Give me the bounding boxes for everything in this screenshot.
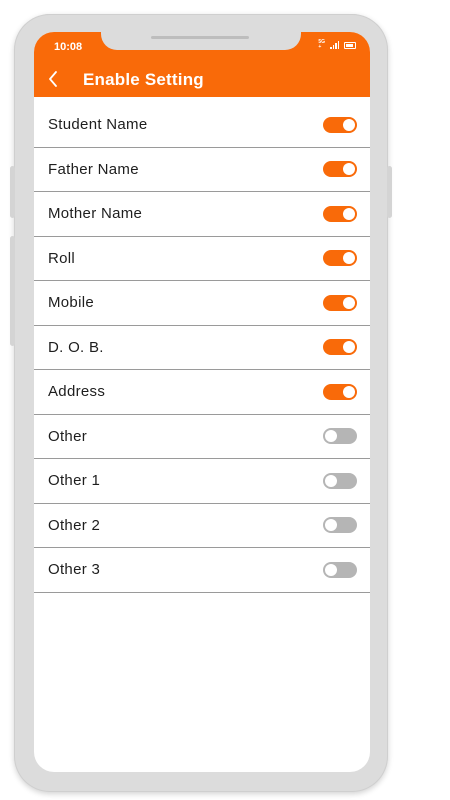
setting-row: D. O. B. <box>34 326 370 370</box>
page-title: Enable Setting <box>83 70 204 89</box>
toggle-knob <box>325 430 337 443</box>
setting-row: Other <box>34 415 370 459</box>
setting-toggle[interactable] <box>323 116 357 133</box>
setting-row: Father Name <box>34 148 370 192</box>
power-button <box>387 166 392 218</box>
volume-down-button <box>10 236 15 346</box>
setting-toggle[interactable] <box>323 205 357 222</box>
toggle-knob <box>343 296 355 309</box>
status-time: 10:08 <box>54 41 83 53</box>
notch <box>101 32 301 50</box>
setting-label: Other 1 <box>48 472 101 490</box>
setting-label: Mobile <box>48 294 94 312</box>
settings-list: Student Name Father Name Mother Name Roll Mo… <box>34 103 370 593</box>
setting-toggle[interactable] <box>323 250 357 267</box>
signal-icon <box>330 41 339 49</box>
setting-toggle[interactable] <box>323 383 357 400</box>
chevron-left-icon <box>49 71 57 87</box>
toggle-knob <box>325 474 337 487</box>
setting-toggle[interactable] <box>323 161 357 178</box>
setting-row: Other 2 <box>34 504 370 548</box>
setting-row: Student Name <box>34 103 370 148</box>
setting-row: Mother Name <box>34 192 370 237</box>
back-button[interactable] <box>46 69 60 89</box>
status-icons: 5G + <box>318 39 356 51</box>
toggle-knob <box>343 341 355 354</box>
speaker-grille <box>151 36 249 39</box>
app-header: 10:08 5G + Enable Setting <box>34 32 370 97</box>
setting-toggle[interactable] <box>323 472 357 489</box>
setting-row: Roll <box>34 237 370 281</box>
setting-label: Other <box>48 427 88 445</box>
setting-label: Father Name <box>48 160 139 178</box>
toggle-knob <box>343 385 355 398</box>
setting-row: Mobile <box>34 281 370 326</box>
network-5g-icon: 5G + <box>318 39 325 50</box>
setting-row: Address <box>34 370 370 415</box>
setting-label: Mother Name <box>48 205 143 223</box>
toggle-knob <box>343 118 355 131</box>
setting-toggle[interactable] <box>323 517 357 534</box>
setting-label: Roll <box>48 249 76 267</box>
setting-toggle[interactable] <box>323 339 357 356</box>
volume-up-button <box>10 166 15 218</box>
setting-label: Address <box>48 383 106 401</box>
setting-row: Other 1 <box>34 459 370 504</box>
toggle-knob <box>343 207 355 220</box>
setting-label: Other 3 <box>48 561 101 579</box>
battery-icon <box>344 41 356 49</box>
setting-label: Other 2 <box>48 516 101 534</box>
setting-label: D. O. B. <box>48 338 104 356</box>
setting-toggle[interactable] <box>323 294 357 311</box>
screen: 10:08 5G + Enable Setting Student Name Fat… <box>34 32 370 772</box>
toggle-knob <box>325 563 337 576</box>
setting-label: Student Name <box>48 116 148 134</box>
setting-toggle[interactable] <box>323 428 357 445</box>
toggle-knob <box>325 519 337 532</box>
setting-row: Other 3 <box>34 548 370 593</box>
toggle-knob <box>343 163 355 176</box>
setting-toggle[interactable] <box>323 561 357 578</box>
toggle-knob <box>343 252 355 265</box>
